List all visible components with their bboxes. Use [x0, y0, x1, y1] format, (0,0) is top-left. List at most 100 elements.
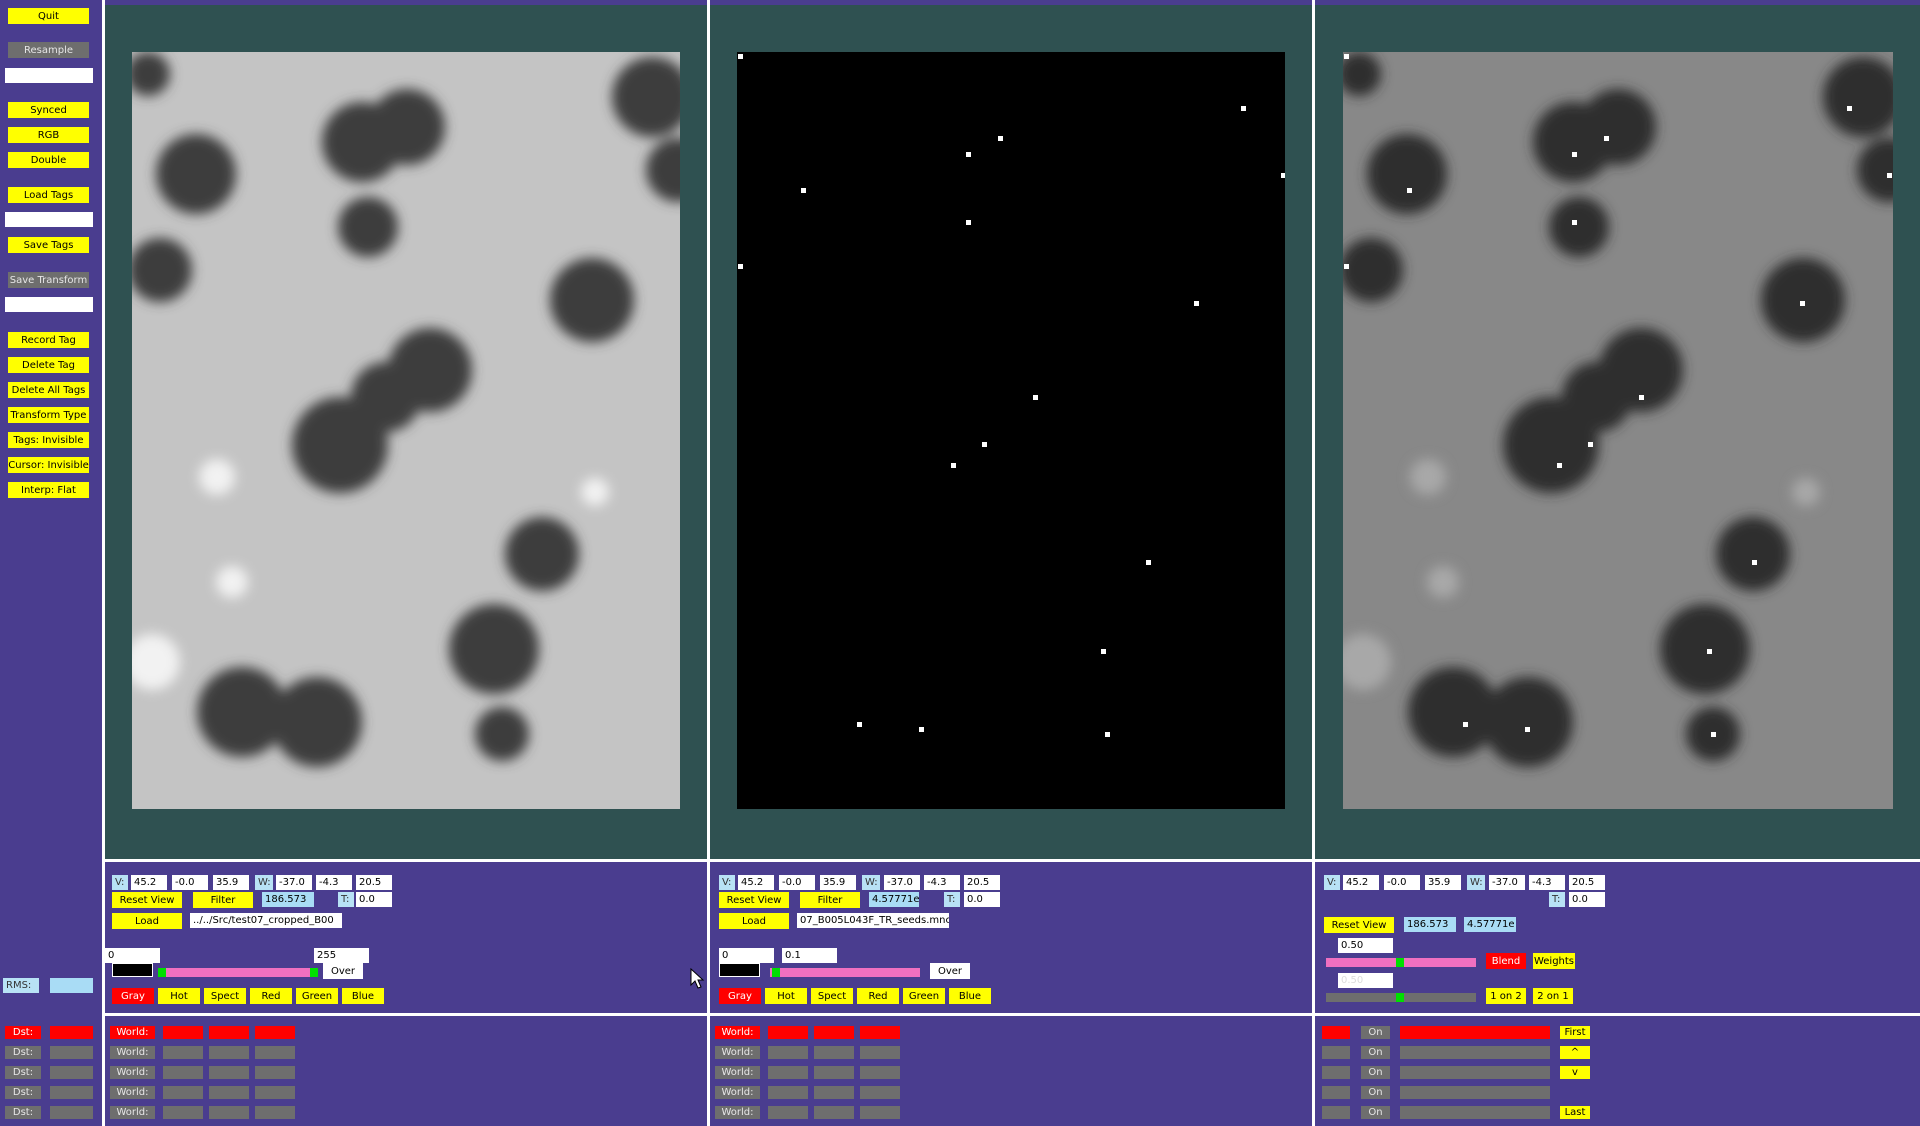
- p1-colormap-red[interactable]: Red: [250, 988, 292, 1004]
- p2-range-min-handle[interactable]: [772, 968, 780, 977]
- dst-label[interactable]: Dst:: [5, 1106, 41, 1119]
- world-label[interactable]: World:: [715, 1046, 760, 1059]
- world-label[interactable]: World:: [110, 1106, 155, 1119]
- dst-label[interactable]: Dst:: [5, 1066, 41, 1079]
- p1-colormap-green[interactable]: Green: [296, 988, 338, 1004]
- p2-w-z[interactable]: 20.5: [964, 875, 1000, 890]
- p1-t-value[interactable]: 0.0: [356, 892, 392, 907]
- world-z[interactable]: [860, 1046, 900, 1059]
- p2-range-min[interactable]: 0: [719, 948, 774, 963]
- world-z[interactable]: [255, 1066, 295, 1079]
- world-x[interactable]: [163, 1046, 203, 1059]
- p3-w-z[interactable]: 20.5: [1569, 875, 1605, 890]
- p1-load-button[interactable]: Load: [112, 913, 182, 929]
- world-z[interactable]: [860, 1106, 900, 1119]
- world-z[interactable]: [255, 1086, 295, 1099]
- blend-image-viewport[interactable]: [1343, 52, 1893, 809]
- tag-last-button[interactable]: Last: [1560, 1106, 1590, 1119]
- tag-on-toggle[interactable]: On: [1361, 1106, 1390, 1119]
- world-x[interactable]: [768, 1086, 808, 1099]
- world-y[interactable]: [209, 1066, 249, 1079]
- dst-value[interactable]: [50, 1066, 93, 1079]
- p3-v-y[interactable]: -0.0: [1384, 875, 1420, 890]
- tag-select[interactable]: [1322, 1066, 1350, 1079]
- p2-colormap-spect[interactable]: Spect: [811, 988, 853, 1004]
- save-transform-field[interactable]: [5, 297, 93, 312]
- world-z[interactable]: [860, 1066, 900, 1079]
- world-label[interactable]: World:: [110, 1026, 155, 1039]
- p2-filename-field[interactable]: 07_B005L043F_TR_seeds.mnc: [797, 913, 949, 928]
- tag-on-toggle[interactable]: On: [1361, 1086, 1390, 1099]
- p2-colormap-hot[interactable]: Hot: [765, 988, 807, 1004]
- p1-colormap-hot[interactable]: Hot: [158, 988, 200, 1004]
- transform-type-button[interactable]: Transform Type: [8, 407, 89, 423]
- world-x[interactable]: [163, 1106, 203, 1119]
- world-label[interactable]: World:: [715, 1066, 760, 1079]
- save-tags-button[interactable]: Save Tags: [8, 237, 89, 253]
- world-y[interactable]: [814, 1086, 854, 1099]
- resample-field[interactable]: [5, 68, 93, 83]
- p1-w-z[interactable]: 20.5: [356, 875, 392, 890]
- p1-range-min[interactable]: 0: [105, 948, 160, 963]
- tag-on-toggle[interactable]: On: [1361, 1046, 1390, 1059]
- world-z[interactable]: [860, 1086, 900, 1099]
- p2-range-slider[interactable]: [770, 968, 920, 977]
- tag-on-toggle[interactable]: On: [1361, 1026, 1390, 1039]
- world-label[interactable]: World:: [110, 1086, 155, 1099]
- load-tags-field[interactable]: [5, 212, 93, 227]
- dst-value[interactable]: [50, 1086, 93, 1099]
- p2-over-button[interactable]: Over: [930, 963, 970, 979]
- interp-button[interactable]: Interp: Flat: [8, 482, 89, 498]
- save-transform-button[interactable]: Save Transform: [8, 272, 89, 288]
- dst-label[interactable]: Dst:: [5, 1086, 41, 1099]
- world-z[interactable]: [255, 1026, 295, 1039]
- p1-range-max[interactable]: 255: [314, 948, 369, 963]
- world-x[interactable]: [768, 1026, 808, 1039]
- p1-colormap-spect[interactable]: Spect: [204, 988, 246, 1004]
- dst-value[interactable]: [50, 1026, 93, 1039]
- tag-name[interactable]: [1400, 1106, 1550, 1119]
- p3-w-y[interactable]: -4.3: [1529, 875, 1565, 890]
- tag-select[interactable]: [1322, 1026, 1350, 1039]
- p3-reset-view-button[interactable]: Reset View: [1324, 917, 1394, 933]
- p2-colormap-green[interactable]: Green: [903, 988, 945, 1004]
- p1-range-max-handle[interactable]: [310, 968, 318, 977]
- world-y[interactable]: [814, 1026, 854, 1039]
- double-button[interactable]: Double: [8, 152, 89, 168]
- p1-w-y[interactable]: -4.3: [316, 875, 352, 890]
- p1-over-button[interactable]: Over: [323, 963, 363, 979]
- tag-down-button[interactable]: v: [1560, 1066, 1590, 1079]
- p1-w-x[interactable]: -37.0: [276, 875, 312, 890]
- p2-v-z[interactable]: 35.9: [820, 875, 856, 890]
- tag-name[interactable]: [1400, 1046, 1550, 1059]
- tags-visibility-button[interactable]: Tags: Invisible: [8, 432, 89, 448]
- tag-first-button[interactable]: First: [1560, 1026, 1590, 1039]
- world-x[interactable]: [768, 1046, 808, 1059]
- world-label[interactable]: World:: [110, 1046, 155, 1059]
- source-image-viewport[interactable]: [132, 52, 680, 809]
- quit-button[interactable]: Quit: [8, 8, 89, 24]
- p2-t-value[interactable]: 0.0: [964, 892, 1000, 907]
- p3-t-value[interactable]: 0.0: [1569, 892, 1605, 907]
- tag-select[interactable]: [1322, 1106, 1350, 1119]
- world-label[interactable]: World:: [715, 1086, 760, 1099]
- tag-select[interactable]: [1322, 1046, 1350, 1059]
- p3-weights-button[interactable]: Weights: [1533, 953, 1575, 969]
- p3-blend-handle-1[interactable]: [1396, 958, 1404, 967]
- world-y[interactable]: [814, 1066, 854, 1079]
- dst-value[interactable]: [50, 1106, 93, 1119]
- synced-button[interactable]: Synced: [8, 102, 89, 118]
- p2-filter-button[interactable]: Filter: [800, 892, 860, 908]
- p2-colormap-gray[interactable]: Gray: [719, 988, 761, 1004]
- p2-v-x[interactable]: 45.2: [738, 875, 774, 890]
- p2-reset-view-button[interactable]: Reset View: [719, 892, 789, 908]
- p2-w-y[interactable]: -4.3: [924, 875, 960, 890]
- world-y[interactable]: [209, 1106, 249, 1119]
- p2-colormap-red[interactable]: Red: [857, 988, 899, 1004]
- p2-load-button[interactable]: Load: [719, 913, 789, 929]
- world-x[interactable]: [768, 1066, 808, 1079]
- p3-blend-handle-2[interactable]: [1396, 993, 1404, 1002]
- p2-colormap-blue[interactable]: Blue: [949, 988, 991, 1004]
- seeds-image-viewport[interactable]: [737, 52, 1285, 809]
- p3-one-on-two-button[interactable]: 1 on 2: [1486, 988, 1526, 1004]
